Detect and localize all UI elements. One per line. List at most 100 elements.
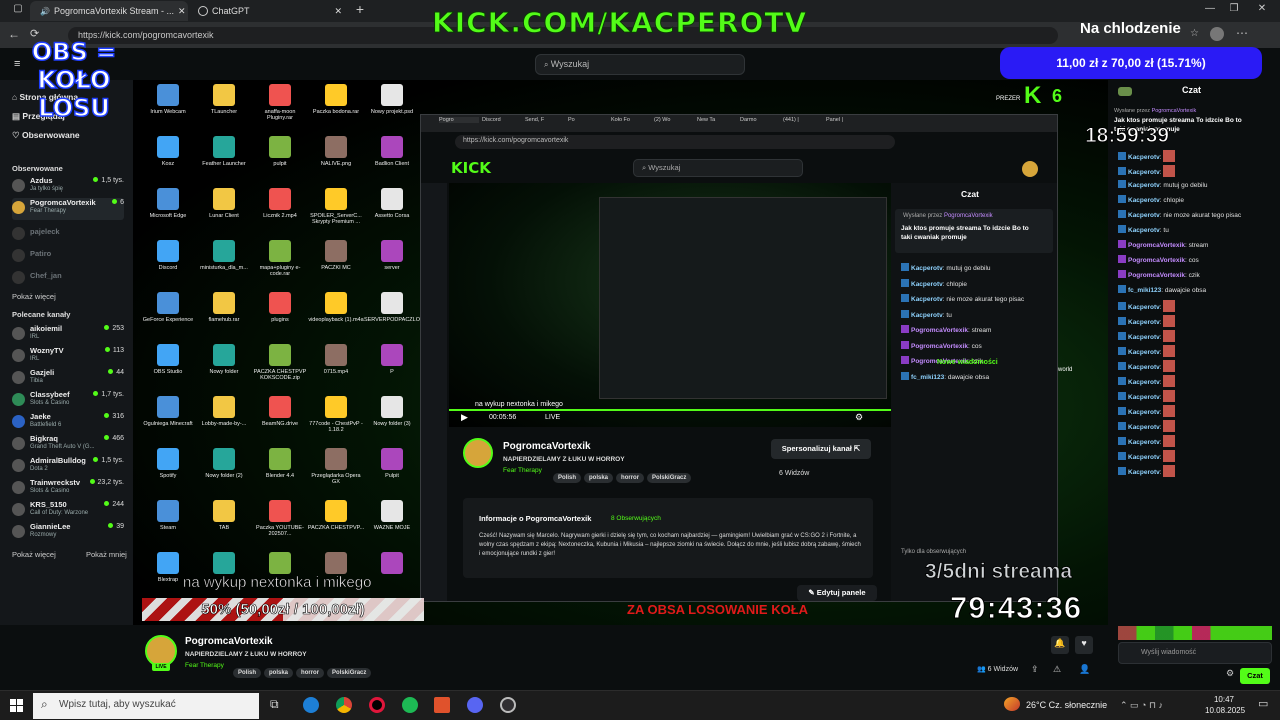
tag-pill[interactable]: PolskiGracz: [327, 668, 372, 678]
chat-username[interactable]: Kacperotv: [911, 281, 943, 288]
chat-username[interactable]: PogromcaVortexik: [1128, 242, 1185, 249]
favorites-icon[interactable]: ☆: [1190, 28, 1199, 39]
edge-icon[interactable]: [303, 697, 319, 713]
chat-username[interactable]: PogromcaVortexik: [911, 327, 968, 334]
stream-category[interactable]: Fear Therapy: [185, 662, 224, 669]
recommended-channel[interactable]: aikoiemil IRL 253: [12, 324, 124, 346]
desktop-icon[interactable]: anaffa-moon Pluginy.rar: [251, 84, 309, 134]
desktop-icon[interactable]: Paczka YOUTUBE-202507...: [251, 500, 309, 550]
tag-pill[interactable]: PolskiGracz: [647, 473, 692, 483]
desktop-icon[interactable]: Irium Webcam: [139, 84, 197, 134]
desktop-icon[interactable]: SERVERPODPACZLO: [363, 292, 421, 342]
chat-username[interactable]: Kacperotv: [911, 296, 943, 303]
desktop-icon[interactable]: Lunar Client: [195, 188, 253, 238]
desktop-icon[interactable]: videoplayback (1).m4a: [307, 292, 365, 342]
chat-username[interactable]: Kacperotv: [1128, 227, 1160, 234]
desktop-icon[interactable]: Blender 4.4: [251, 448, 309, 498]
nested-tab[interactable]: (2) Wo: [654, 117, 694, 123]
chat-username[interactable]: Kacperotv: [1128, 212, 1160, 219]
chat-username[interactable]: Kacperotv: [1128, 197, 1160, 204]
chat-username[interactable]: PogromcaVortexik: [1128, 272, 1185, 279]
desktop-icon[interactable]: PACZKI MC: [307, 240, 365, 290]
nested-tab[interactable]: New Ta: [697, 117, 737, 123]
recommended-channel[interactable]: WoznyTV IRL 113: [12, 346, 124, 368]
chat-username[interactable]: Kacperotv: [1128, 154, 1160, 161]
recommended-channel[interactable]: AdmiralBulldog Dota 2 1,5 tys.: [12, 456, 124, 478]
desktop-icon[interactable]: Lobby-made-by-...: [195, 396, 253, 446]
chat-username[interactable]: fc_miki123: [1128, 287, 1161, 294]
settings-icon[interactable]: ⚙: [855, 412, 863, 423]
chat-username[interactable]: Kacperotv: [1128, 469, 1160, 476]
close-window-button[interactable]: ✕: [1252, 3, 1272, 14]
nested-category[interactable]: Fear Therapy: [503, 467, 542, 474]
chat-username[interactable]: Kacperotv: [1128, 379, 1160, 386]
close-icon[interactable]: ✕: [334, 6, 342, 17]
tab-kick-stream[interactable]: 🔊 PogromcaVortexik Stream - ... ✕: [30, 1, 188, 21]
tab-chatgpt[interactable]: ChatGPT ✕: [192, 1, 348, 21]
desktop-icon[interactable]: PACZKA CHESTPVP KOKSCODE.zip: [251, 344, 309, 394]
bell-icon[interactable]: 🔔: [1051, 636, 1069, 654]
weather-icon[interactable]: [1004, 697, 1020, 711]
desktop-icon[interactable]: Microsoft Edge: [139, 188, 197, 238]
desktop-icon[interactable]: Badlion Client: [363, 136, 421, 186]
nested-search-input[interactable]: ⌕ Wyszukaj: [633, 159, 803, 177]
report-icon[interactable]: ⚠: [1053, 664, 1061, 675]
desktop-icon[interactable]: Przeglądarka Opera GX: [307, 448, 365, 498]
nested-avatar[interactable]: [1022, 161, 1038, 177]
desktop-icon[interactable]: Nowy folder (2): [195, 448, 253, 498]
desktop-icon[interactable]: PACZKA CHESTPVP...: [307, 500, 365, 550]
opera-gx-icon[interactable]: [369, 697, 385, 713]
chat-username[interactable]: PogromcaVortexik: [1128, 257, 1185, 264]
maximize-button[interactable]: ❐: [1224, 3, 1244, 14]
desktop-icon[interactable]: Nowy projekt.psd: [363, 84, 421, 134]
chat-username[interactable]: Kacperotv: [1128, 424, 1160, 431]
add-friend-icon[interactable]: 👤: [1079, 664, 1090, 675]
collapse-chat-icon[interactable]: [1118, 87, 1132, 96]
chat-settings-icon[interactable]: ⚙: [1226, 668, 1234, 679]
nav-following[interactable]: ♡ Obserwowane: [12, 130, 80, 141]
chat-username[interactable]: Kacperotv: [1128, 394, 1160, 401]
obs-icon[interactable]: [500, 697, 516, 713]
emote-bar[interactable]: [1118, 626, 1272, 640]
recommended-channel[interactable]: Bigkraq Grand Theft Auto V (G... 466: [12, 434, 124, 456]
desktop-icon[interactable]: TAB: [195, 500, 253, 550]
show-more-link[interactable]: Pokaż więcej: [12, 292, 56, 301]
desktop-icon[interactable]: SPOILER_ServerC... Skrypty Premium ...: [307, 188, 365, 238]
chat-username[interactable]: Kacperotv: [1128, 334, 1160, 341]
followed-channel[interactable]: Patiro: [12, 246, 124, 268]
desktop-icon[interactable]: GeForce Experience: [139, 292, 197, 342]
desktop-icon[interactable]: flamehub.rar: [195, 292, 253, 342]
weather-text[interactable]: 26°C Cz. słonecznie: [1026, 700, 1107, 710]
desktop-icon[interactable]: Steam: [139, 500, 197, 550]
followed-channel[interactable]: Azdus Ja tylko śpię 1,5 tys.: [12, 176, 124, 198]
tag-pill[interactable]: horror: [616, 473, 645, 483]
customize-channel-button[interactable]: Spersonalizuj kanał ⇱: [771, 439, 871, 459]
desktop-icon[interactable]: NALIVE.png: [307, 136, 365, 186]
app-icon[interactable]: [434, 697, 450, 713]
chat-username[interactable]: fc_miki123: [911, 374, 944, 381]
recommended-channel[interactable]: KRS_5150 Call of Duty: Warzone 244: [12, 500, 124, 522]
speaker-icon[interactable]: 🔊: [40, 7, 50, 16]
windows-start-icon[interactable]: [10, 699, 23, 712]
desktop-icon[interactable]: Licznik 2.mp4: [251, 188, 309, 238]
nested-progress-bar[interactable]: [449, 409, 891, 411]
nested-url-input[interactable]: https://kick.com/pogromcavortexik: [455, 135, 895, 149]
chat-username[interactable]: Kacperotv: [1128, 409, 1160, 416]
desktop-icon[interactable]: Nowy folder (3): [363, 396, 421, 446]
desktop-icon[interactable]: 777code - ChestPvP - 1.18.2: [307, 396, 365, 446]
nested-tab[interactable]: Pogro: [439, 117, 479, 123]
tag-pill[interactable]: Polish: [553, 473, 582, 483]
notification-icon[interactable]: ▭: [1258, 697, 1268, 710]
chat-input[interactable]: Wyślij wiadomość: [1118, 642, 1272, 664]
nested-tab[interactable]: Discord: [482, 117, 522, 123]
desktop-icon[interactable]: BeamNG.drive: [251, 396, 309, 446]
tag-pill[interactable]: Polish: [233, 668, 262, 678]
desktop-icon[interactable]: P: [363, 344, 421, 394]
nested-tab[interactable]: Po: [568, 117, 608, 123]
desktop-icon[interactable]: [363, 552, 421, 602]
taskbar-clock[interactable]: 10:47 10.08.2025: [1205, 694, 1245, 716]
recommended-channel[interactable]: Jaeke Battlefield 6 316: [12, 412, 124, 434]
nested-channel-avatar[interactable]: [463, 438, 493, 468]
nested-tab[interactable]: (441) |: [783, 117, 823, 123]
tag-pill[interactable]: polska: [264, 668, 294, 678]
